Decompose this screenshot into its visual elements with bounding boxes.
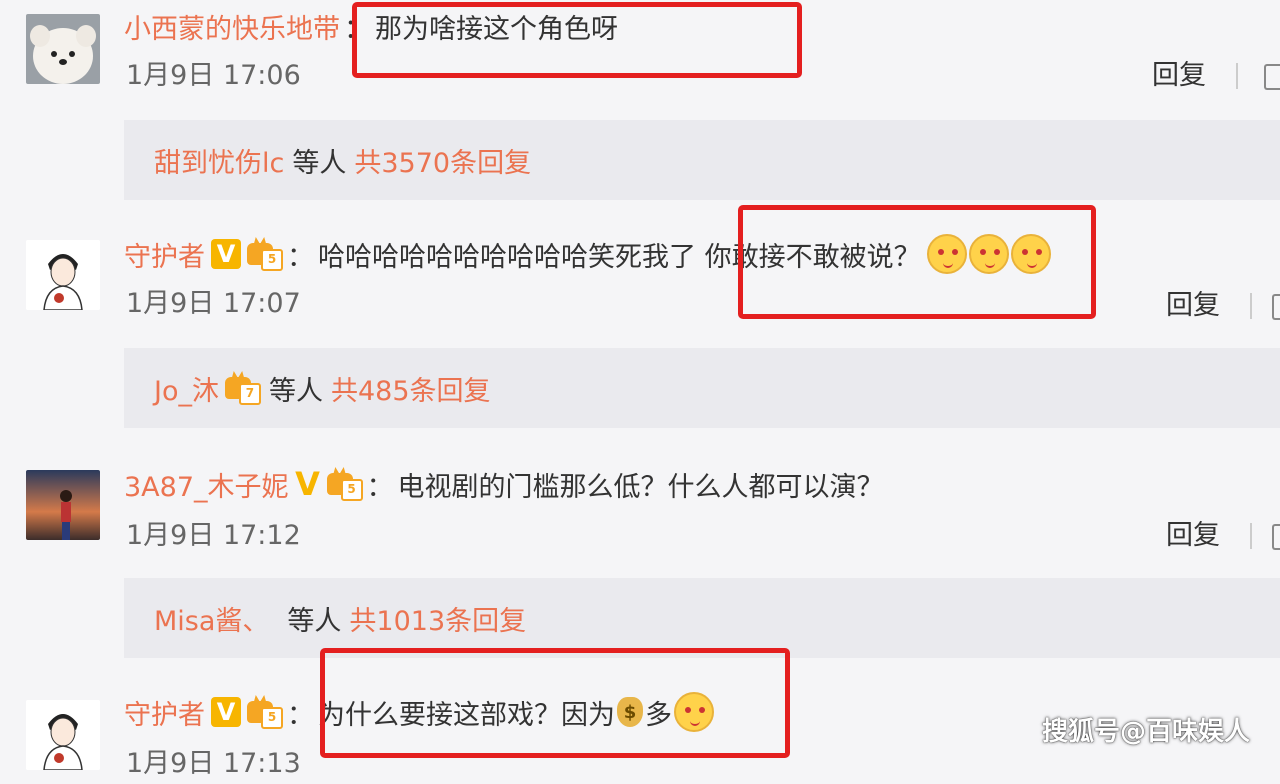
avatar[interactable] — [26, 470, 100, 540]
reply-others-label: 等人 — [268, 375, 323, 407]
reply-count-link[interactable]: 共1013条回复 — [349, 599, 526, 638]
like-icon[interactable] — [1272, 524, 1280, 550]
divider — [1250, 523, 1252, 549]
crown-level-badge-icon[interactable]: 5 — [247, 237, 283, 271]
username[interactable]: 守护者 — [124, 235, 205, 274]
comment-date: 1月9日 17:12 — [126, 520, 301, 551]
comment-text: 电视剧的门槛那么低？什么人都可以演？ — [397, 471, 884, 503]
reply-others-label: 等人 — [287, 605, 342, 637]
crown-level-badge-icon[interactable]: 7 — [224, 371, 261, 405]
divider — [1236, 63, 1238, 89]
like-icon[interactable] — [1264, 64, 1280, 90]
reply-button[interactable]: 回复 — [1166, 286, 1220, 326]
highlight-box — [320, 648, 790, 758]
watermark: 搜狐号@百味娱人 — [1041, 717, 1250, 747]
reply-others-label: 等人 — [292, 147, 347, 179]
username[interactable]: 3A87_木子妮 — [124, 465, 289, 504]
crown-level-badge-icon[interactable]: 5 — [326, 467, 363, 501]
highlight-box — [352, 2, 802, 78]
vip-v-badge-icon[interactable]: V — [211, 697, 241, 727]
vip-v-badge-icon[interactable]: V — [211, 239, 241, 269]
like-icon[interactable] — [1272, 294, 1280, 320]
replies-summary-bar[interactable]: Misa酱、 等人 共1013条回复 — [124, 578, 1280, 658]
colon: ： — [287, 241, 314, 273]
highlight-box — [738, 205, 1096, 319]
colon: ： — [366, 471, 394, 503]
reply-button[interactable]: 回复 — [1166, 516, 1220, 556]
reply-button[interactable]: 回复 — [1152, 56, 1206, 96]
reply-count-link[interactable]: 共485条回复 — [331, 369, 491, 408]
reply-user-name[interactable]: 甜到忧伤lc — [154, 141, 284, 180]
username[interactable]: 小西蒙的快乐地带 — [124, 7, 340, 46]
username[interactable]: 守护者 — [124, 693, 205, 732]
reply-user-name[interactable]: Misa酱、 — [154, 599, 269, 638]
crown-level-badge-icon[interactable]: 5 — [247, 695, 283, 729]
comment-date: 1月9日 17:13 — [126, 748, 301, 779]
replies-summary-bar[interactable]: 甜到忧伤lc 等人 共3570条回复 — [124, 120, 1280, 200]
vip-v-badge-icon[interactable]: V — [295, 468, 321, 500]
avatar[interactable] — [26, 240, 100, 310]
colon: ： — [287, 699, 314, 731]
reply-count-link[interactable]: 共3570条回复 — [354, 141, 531, 180]
comment-date: 1月9日 17:07 — [126, 288, 301, 319]
comment-date: 1月9日 17:06 — [126, 60, 301, 91]
avatar[interactable] — [26, 14, 100, 84]
reply-user-name[interactable]: Jo_沐 — [154, 369, 219, 408]
divider — [1250, 293, 1252, 319]
replies-summary-bar[interactable]: Jo_沐 7 等人 共485条回复 — [124, 348, 1280, 428]
